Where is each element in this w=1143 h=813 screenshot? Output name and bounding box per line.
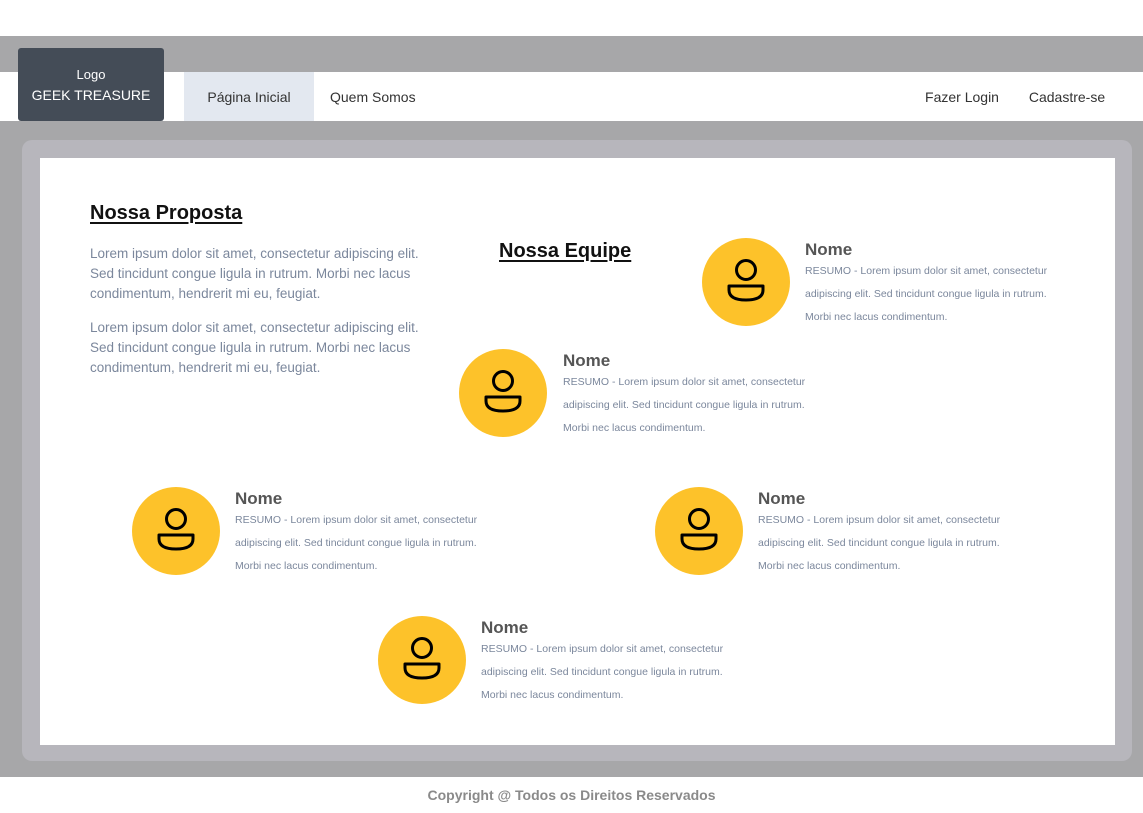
nav-bottom-strip [0,121,1143,140]
member-name: Nome [805,240,853,259]
proposal-title: Nossa Proposta [90,202,243,224]
logo[interactable]: Logo GEEK TREASURE [18,48,164,121]
member-summary: RESUMO - Lorem ipsum dolor sit amet, con… [481,643,724,701]
member-avatar [702,238,790,326]
team-title: Nossa Equipe [499,240,632,262]
signup-link[interactable]: Cadastre-se [1022,72,1112,121]
nav-about-link[interactable]: Quem Somos [330,72,440,121]
member-name: Nome [758,489,806,508]
proposal-paragraph: Lorem ipsum dolor sit amet, consectetur … [90,246,419,301]
user-icon [157,508,195,551]
footer-copyright: Copyright @ Todos os Direitos Reservados [427,787,716,803]
user-icon [727,259,765,302]
member-avatar [459,349,547,437]
member-name: Nome [235,489,283,508]
member-name: Nome [563,351,611,370]
member-name: Nome [481,618,529,637]
user-icon [484,370,522,413]
logo-brand: GEEK TREASURE [31,86,151,103]
top-bar [0,36,1143,72]
nav-home-link[interactable]: Página Inicial [184,72,314,121]
user-icon [680,508,718,551]
member-summary: RESUMO - Lorem ipsum dolor sit amet, con… [235,514,478,572]
page: Logo GEEK TREASURE Página Inicial Quem S… [0,0,1143,813]
user-icon [403,637,441,680]
member-avatar [132,487,220,575]
member-avatar [378,616,466,704]
member-summary: RESUMO - Lorem ipsum dolor sit amet, con… [805,265,1048,323]
member-summary: RESUMO - Lorem ipsum dolor sit amet, con… [758,514,1001,572]
login-link[interactable]: Fazer Login [922,72,1002,121]
member-avatar [655,487,743,575]
proposal-paragraph: Lorem ipsum dolor sit amet, consectetur … [90,320,419,375]
member-summary: RESUMO - Lorem ipsum dolor sit amet, con… [563,376,806,434]
logo-label: Logo [76,66,106,82]
